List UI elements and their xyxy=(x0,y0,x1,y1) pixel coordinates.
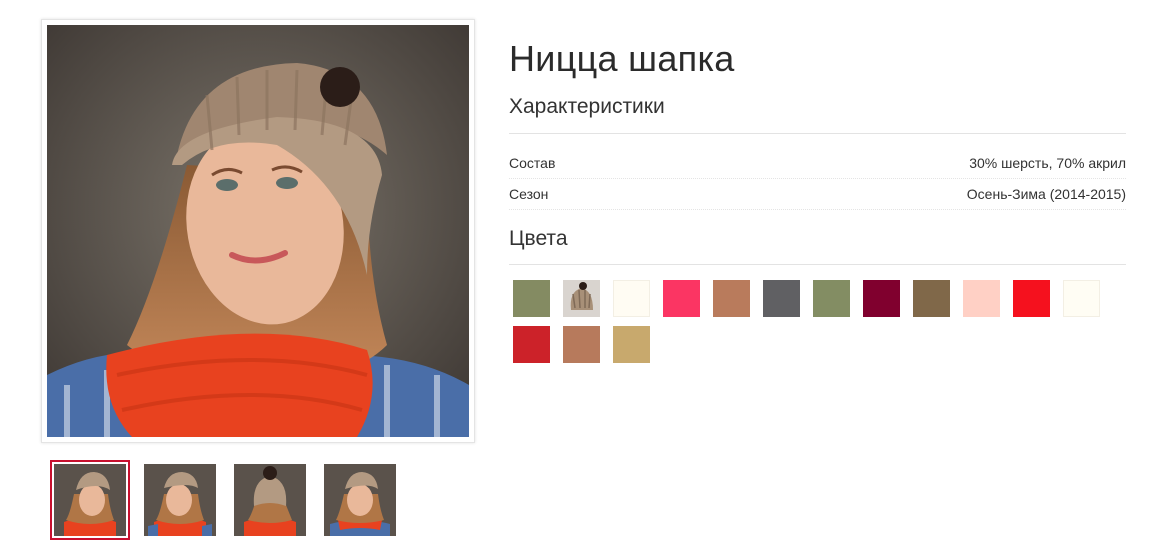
photo-image xyxy=(47,25,469,437)
product-title: Ницца шапка xyxy=(509,38,735,79)
color-swatch[interactable] xyxy=(1063,280,1100,317)
color-swatch[interactable] xyxy=(513,326,550,363)
spec-value: Осень-Зима (2014-2015) xyxy=(966,186,1126,202)
thumbnail-3[interactable] xyxy=(230,460,310,540)
hat-photo-swatch-image xyxy=(563,280,600,317)
characteristics-header: Характеристики xyxy=(509,94,1126,134)
spec-row-season: Сезон Осень-Зима (2014-2015) xyxy=(509,179,1126,210)
color-swatch[interactable] xyxy=(563,326,600,363)
product-info: Ницца шапка Характеристики Состав 30% ше… xyxy=(509,36,1126,265)
thumbnail-image xyxy=(54,464,126,536)
color-swatch[interactable] xyxy=(963,280,1000,317)
characteristics-heading: Характеристики xyxy=(509,95,665,118)
colors-heading: Цвета xyxy=(509,227,568,250)
thumbnail-2[interactable] xyxy=(140,460,220,540)
color-swatch[interactable] xyxy=(1013,280,1050,317)
colors-header: Цвета xyxy=(509,226,1126,265)
thumbnail-1[interactable] xyxy=(50,460,130,540)
color-swatch[interactable] xyxy=(713,280,750,317)
main-product-photo[interactable] xyxy=(41,19,475,443)
spec-label: Состав xyxy=(509,155,556,171)
spec-row-composition: Состав 30% шерсть, 70% акрил xyxy=(509,148,1126,179)
color-swatch[interactable] xyxy=(863,280,900,317)
spec-label: Сезон xyxy=(509,186,549,202)
thumbnail-image xyxy=(234,464,306,536)
characteristics-table: Состав 30% шерсть, 70% акрил Сезон Осень… xyxy=(509,148,1126,210)
color-swatch-photo[interactable] xyxy=(563,280,600,317)
color-swatch[interactable] xyxy=(663,280,700,317)
color-swatch[interactable] xyxy=(913,280,950,317)
thumbnail-4[interactable] xyxy=(320,460,400,540)
spec-value: 30% шерсть, 70% акрил xyxy=(969,155,1126,171)
color-swatch[interactable] xyxy=(513,280,550,317)
thumbnail-image xyxy=(324,464,396,536)
color-swatch[interactable] xyxy=(763,280,800,317)
model-in-hat-image xyxy=(47,25,469,437)
color-swatch[interactable] xyxy=(813,280,850,317)
thumbnail-image xyxy=(144,464,216,536)
color-swatch[interactable] xyxy=(613,280,650,317)
color-swatch[interactable] xyxy=(613,326,650,363)
